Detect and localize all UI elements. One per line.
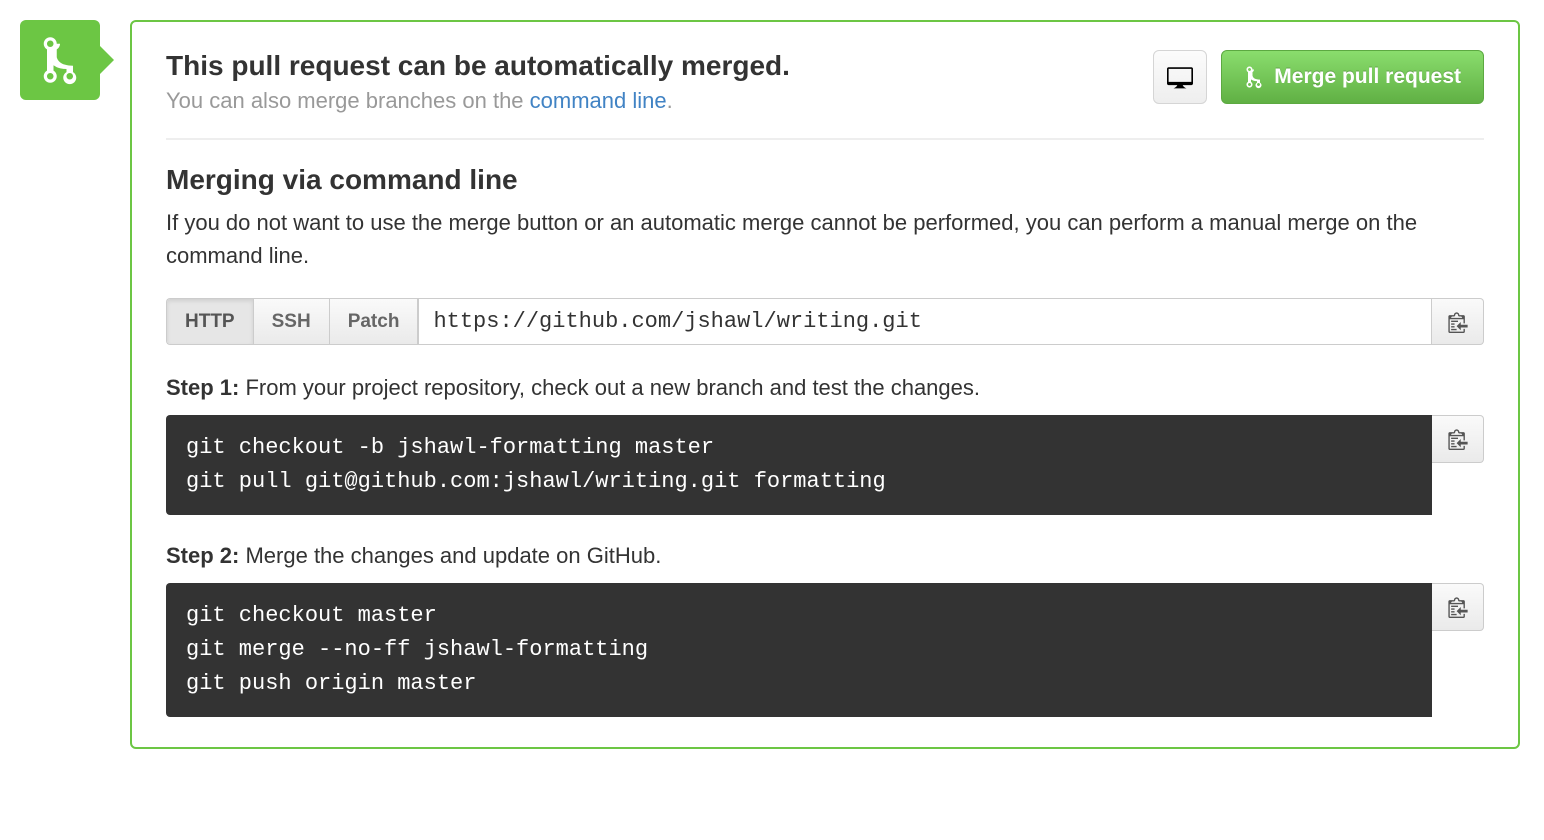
copy-url-button[interactable] xyxy=(1432,298,1484,345)
clipboard-icon xyxy=(1447,311,1469,333)
clipboard-icon xyxy=(1447,428,1469,450)
command-line-link[interactable]: command line xyxy=(530,88,667,113)
merge-status-badge xyxy=(20,20,100,100)
header-actions: Merge pull request xyxy=(1153,50,1484,104)
git-merge-icon xyxy=(38,34,82,86)
merge-button-label: Merge pull request xyxy=(1274,65,1461,89)
merge-status-subtitle: You can also merge branches on the comma… xyxy=(166,88,1133,114)
step-2-label: Step 2: Merge the changes and update on … xyxy=(166,543,1484,569)
clone-protocol-tabs: HTTP SSH Patch xyxy=(166,298,418,345)
copy-step-1-button[interactable] xyxy=(1432,415,1484,463)
step-1: Step 1: From your project repository, ch… xyxy=(166,375,1484,515)
clone-url-row: HTTP SSH Patch xyxy=(166,298,1484,345)
cli-section-description: If you do not want to use the merge butt… xyxy=(166,206,1484,272)
git-merge-icon xyxy=(1244,65,1264,89)
copy-step-2-button[interactable] xyxy=(1432,583,1484,631)
merge-pull-request-button[interactable]: Merge pull request xyxy=(1221,50,1484,104)
step-2-label-bold: Step 2: xyxy=(166,543,239,568)
tab-ssh[interactable]: SSH xyxy=(254,299,330,344)
step-1-label-text: From your project repository, check out … xyxy=(239,375,980,400)
tab-http[interactable]: HTTP xyxy=(167,299,254,344)
step-1-code-row: git checkout -b jshawl-formatting master… xyxy=(166,415,1484,515)
step-2-label-text: Merge the changes and update on GitHub. xyxy=(239,543,661,568)
subtitle-prefix: You can also merge branches on the xyxy=(166,88,530,113)
subtitle-suffix: . xyxy=(667,88,673,113)
header-text: This pull request can be automatically m… xyxy=(166,50,1133,114)
step-1-code[interactable]: git checkout -b jshawl-formatting master… xyxy=(166,415,1432,515)
clipboard-icon xyxy=(1447,596,1469,618)
step-2: Step 2: Merge the changes and update on … xyxy=(166,543,1484,717)
panel-header: This pull request can be automatically m… xyxy=(166,50,1484,140)
merge-panel-container: This pull request can be automatically m… xyxy=(20,20,1520,749)
cli-section-title: Merging via command line xyxy=(166,164,1484,196)
step-1-label: Step 1: From your project repository, ch… xyxy=(166,375,1484,401)
step-1-label-bold: Step 1: xyxy=(166,375,239,400)
step-2-code-row: git checkout master git merge --no-ff js… xyxy=(166,583,1484,717)
desktop-button[interactable] xyxy=(1153,50,1207,104)
tab-patch[interactable]: Patch xyxy=(330,299,419,344)
merge-panel: This pull request can be automatically m… xyxy=(130,20,1520,749)
clone-url-input[interactable] xyxy=(418,298,1432,345)
desktop-icon xyxy=(1167,64,1193,90)
step-2-code[interactable]: git checkout master git merge --no-ff js… xyxy=(166,583,1432,717)
merge-status-title: This pull request can be automatically m… xyxy=(166,50,1133,82)
